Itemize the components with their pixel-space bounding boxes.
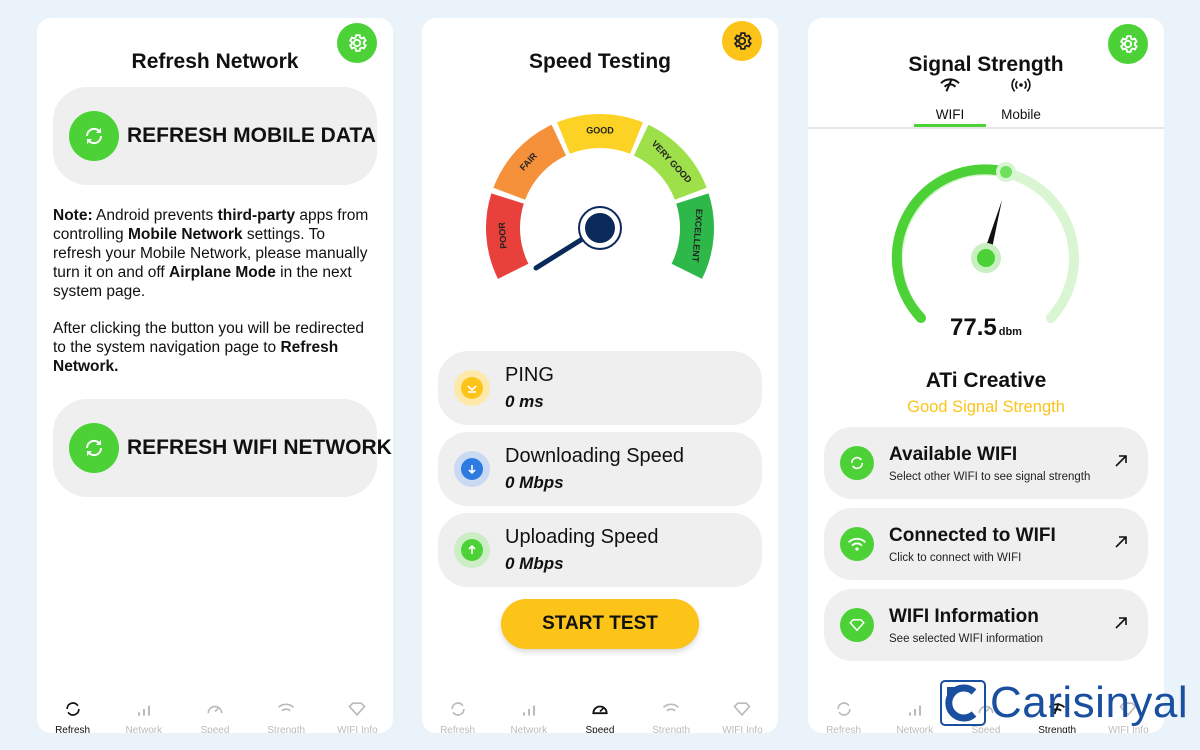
upload-icon [454,532,490,568]
wifi-strength-icon [278,703,295,712]
antenna-icon [1011,78,1031,92]
arrow-up-right-icon [1115,617,1127,629]
tab-divider [808,127,1164,129]
nav-refresh[interactable]: Refresh [428,697,488,733]
page-title: Speed Testing [529,50,671,73]
tab-wifi[interactable]: WIFI [914,76,986,122]
refresh-icon [836,702,851,716]
refresh-mobile-data-button[interactable]: REFRESH MOBILE DATA [53,87,377,185]
ping-value: 0 ms [505,392,544,411]
download-icon [454,451,490,487]
ping-card: PING 0 ms [438,351,762,425]
speed-gauge: POORFAIRGOODVERY GOODEXCELLENT [486,114,714,279]
gear-icon [733,32,752,50]
refresh-icon [840,446,874,480]
diamond-icon [348,702,366,717]
download-card: Downloading Speed 0 Mbps [438,432,762,506]
gauge-label: GOOD [586,125,614,135]
arrow-up-right-icon [1115,536,1127,548]
diamond-icon [733,702,751,717]
network-tabs: WIFI Mobile [808,76,1164,128]
airplane-mode-note: Note: Android prevents third-party apps … [53,207,369,300]
nav-strength[interactable]: Strength [256,697,316,733]
arrow-up-right-icon [1115,455,1127,467]
signal-bars-icon [137,705,150,716]
gauge-hub [585,213,615,243]
network-name: ATi Creative [925,369,1047,392]
nav-wifi-info[interactable]: WIFI Info [327,697,387,733]
nav-network[interactable]: Network [114,697,174,733]
refresh-mobile-data-label: REFRESH MOBILE DATA [127,124,376,147]
refresh-wifi-network-button[interactable]: REFRESH WIFI NETWORK [53,399,392,497]
nav-network[interactable]: Network [499,697,559,733]
connected-wifi-button[interactable]: Connected to WIFI Click to connect with … [824,508,1148,580]
settings-button[interactable] [337,23,377,63]
watermark-text: Carisinyal [990,678,1189,727]
nav-network[interactable]: Network [885,697,945,733]
page-title: Signal Strength [908,53,1064,76]
speedometer-icon [207,705,223,714]
tab-mobile[interactable]: Mobile [985,76,1057,122]
signal-value: 77.5 [950,314,997,341]
signal-bars-icon [908,705,921,716]
watermark: Carisinyal [940,678,1188,728]
refresh-network-screen: Refresh Network REFRESH MOBILE DATA Note… [37,18,393,733]
refresh-icon [69,423,119,473]
settings-button[interactable] [722,21,762,61]
signal-unit: dbm [998,326,1022,338]
speedometer-icon [592,705,608,715]
signal-reading: 77.5 dbm [808,314,1164,342]
download-label: Downloading Speed [505,445,685,467]
refresh-icon [65,702,80,716]
bottom-nav: Refresh Network Speed Strength WIFI Info [37,697,393,733]
wifi-icon [840,527,874,561]
nav-refresh[interactable]: Refresh [814,697,874,733]
signal-bars-icon [522,705,535,716]
upload-card: Uploading Speed 0 Mbps [438,513,762,587]
ping-icon [454,370,490,406]
download-value: 0 Mbps [505,473,564,492]
wifi-strength-icon [940,78,960,92]
wifi-information-button[interactable]: WIFI Information See selected WIFI infor… [824,589,1148,661]
signal-quality: Good Signal Strength [907,398,1065,416]
nav-speed[interactable]: Speed [185,697,245,733]
nav-wifi-info[interactable]: WIFI Info [712,697,772,733]
upload-label: Uploading Speed [505,526,659,548]
refresh-icon [69,111,119,161]
gauge-label: POOR [497,221,509,249]
watermark-logo-icon [940,680,986,726]
refresh-icon [450,702,465,716]
settings-button[interactable] [1108,24,1148,64]
speed-testing-screen: Speed Testing POOR FAIR GOOD VERY GOOD EXCEL… [422,18,778,733]
available-wifi-button[interactable]: Available WIFI Select other WIFI to see … [824,427,1148,499]
diamond-icon [840,608,874,642]
nav-speed[interactable]: Speed [570,697,630,733]
bottom-nav: Refresh Network Speed Strength WIFI Info [422,697,778,733]
ping-label: PING [505,364,554,386]
signal-strength-screen: Signal Strength WIFI Mobile 77.5 dbm ATi … [808,18,1164,733]
redirect-note: After clicking the button you will be re… [53,320,365,375]
upload-value: 0 Mbps [505,554,564,573]
refresh-wifi-network-label: REFRESH WIFI NETWORK [127,436,392,459]
gear-icon [348,34,367,52]
nav-refresh[interactable]: Refresh [43,697,103,733]
gauge-hub [977,249,995,267]
start-test-button[interactable]: START TEST [501,599,699,649]
nav-strength[interactable]: Strength [641,697,701,733]
gear-icon [1119,35,1138,53]
wifi-strength-icon [663,703,680,712]
